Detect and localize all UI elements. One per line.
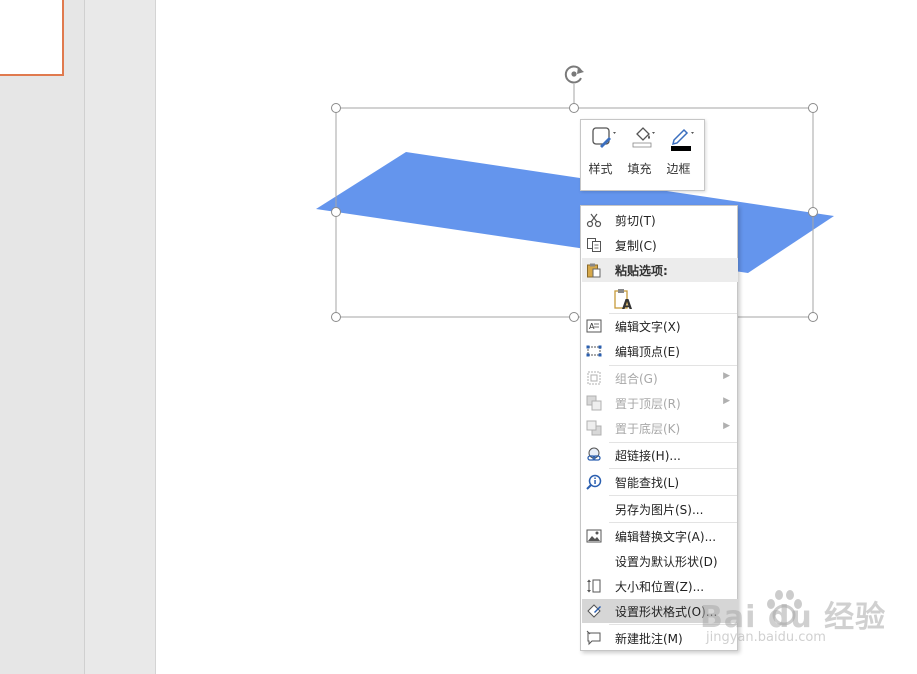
paint-bucket-icon	[632, 127, 655, 148]
menu-item-label: 编辑替换文字(A)...	[615, 530, 717, 544]
menu-item-edit-points[interactable]: 编辑顶点(E)	[582, 339, 738, 363]
resize-handle-bottom-center[interactable]	[569, 312, 579, 322]
resize-handle-top-center[interactable]	[569, 103, 579, 113]
menu-header-paste-options: 粘贴选项:	[582, 258, 738, 282]
menu-item-label: 组合(G)	[615, 372, 658, 386]
style-button[interactable]: 样式	[581, 120, 620, 190]
parallelogram-shape[interactable]	[316, 152, 834, 273]
menu-item-smart-lookup[interactable]: 智能查找(L)	[582, 470, 738, 494]
mini-toolbar: 样式 填充 边框	[580, 119, 705, 191]
alt-text-icon	[586, 529, 602, 543]
menu-item-save-as-picture[interactable]: 另存为图片(S)...	[582, 497, 738, 521]
baidu-jingyan-watermark: Bai du 经验 jingyan.baidu.com	[700, 590, 900, 652]
menu-item-label: 新建批注(M)	[615, 632, 683, 646]
scissors-icon	[586, 213, 602, 228]
edit-text-icon: A	[586, 319, 602, 333]
pen-outline-icon	[671, 128, 694, 151]
format-shape-icon	[587, 604, 601, 618]
menu-item-set-default-shape[interactable]: 设置为默认形状(D)	[582, 549, 738, 573]
new-comment-icon	[586, 630, 601, 646]
resize-handle-middle-right[interactable]	[808, 207, 818, 217]
context-menu: 剪切(T) 复制(C) 粘贴选项: A A 编辑文字(X) 编辑顶点(E) 组合…	[580, 205, 738, 651]
menu-item-label: 智能查找(L)	[615, 476, 680, 490]
menu-item-edit-text[interactable]: A 编辑文字(X)	[582, 314, 738, 338]
style-label: 样式	[588, 162, 613, 176]
menu-item-group[interactable]: 组合(G) ▶	[582, 366, 738, 390]
size-position-icon	[587, 579, 601, 593]
slide-canvas	[316, 65, 834, 322]
hyperlink-icon	[587, 447, 601, 461]
menu-item-hyperlink[interactable]: 超链接(H)...	[582, 443, 738, 467]
paste-keep-text-only-icon[interactable]: A	[614, 288, 634, 310]
menu-item-label: 置于顶层(R)	[615, 397, 681, 411]
rotate-handle-icon[interactable]	[564, 65, 584, 84]
edit-points-icon	[586, 345, 602, 357]
menu-item-label: 大小和位置(Z)...	[615, 580, 705, 594]
submenu-arrow-icon: ▶	[723, 421, 730, 431]
powerpoint-workspace: 样式 填充 边框 剪切(T) 复制(C) 粘贴选项: A A 编辑文字(X) 编…	[0, 0, 917, 674]
resize-handle-middle-left[interactable]	[331, 207, 341, 217]
paste-icon	[587, 263, 601, 278]
submenu-arrow-icon: ▶	[723, 371, 730, 381]
watermark-url: jingyan.baidu.com	[706, 630, 826, 645]
menu-item-label: 另存为图片(S)...	[615, 503, 704, 517]
menu-item-cut[interactable]: 剪切(T)	[582, 208, 738, 232]
resize-handle-bottom-left[interactable]	[331, 312, 341, 322]
border-button[interactable]: 边框	[659, 120, 698, 190]
menu-item-bring-to-front[interactable]: 置于顶层(R) ▶	[582, 391, 738, 415]
bring-to-front-icon	[586, 395, 602, 411]
shape-style-icon	[592, 127, 616, 148]
menu-item-label: 编辑顶点(E)	[615, 345, 680, 359]
resize-handle-top-left[interactable]	[331, 103, 341, 113]
menu-item-label: 设置为默认形状(D)	[615, 555, 718, 569]
menu-header-label: 粘贴选项:	[615, 264, 668, 278]
menu-item-label: 超链接(H)...	[615, 449, 681, 463]
smart-lookup-icon	[586, 474, 602, 490]
send-to-back-icon	[586, 420, 602, 436]
border-label: 边框	[666, 162, 691, 176]
menu-item-edit-alt-text[interactable]: 编辑替换文字(A)...	[582, 524, 738, 548]
menu-item-send-to-back[interactable]: 置于底层(K) ▶	[582, 416, 738, 440]
menu-item-label: 编辑文字(X)	[615, 320, 681, 334]
copy-icon	[587, 238, 601, 252]
menu-item-label: 复制(C)	[615, 239, 657, 253]
resize-handle-bottom-right[interactable]	[808, 312, 818, 322]
submenu-arrow-icon: ▶	[723, 396, 730, 406]
fill-button[interactable]: 填充	[620, 120, 659, 190]
group-icon	[587, 371, 601, 385]
resize-handle-top-right[interactable]	[808, 103, 818, 113]
menu-item-label: 置于底层(K)	[615, 422, 681, 436]
menu-item-label: 剪切(T)	[615, 214, 656, 228]
fill-label: 填充	[627, 162, 652, 176]
menu-item-copy[interactable]: 复制(C)	[582, 233, 738, 257]
svg-text:A: A	[622, 298, 632, 310]
